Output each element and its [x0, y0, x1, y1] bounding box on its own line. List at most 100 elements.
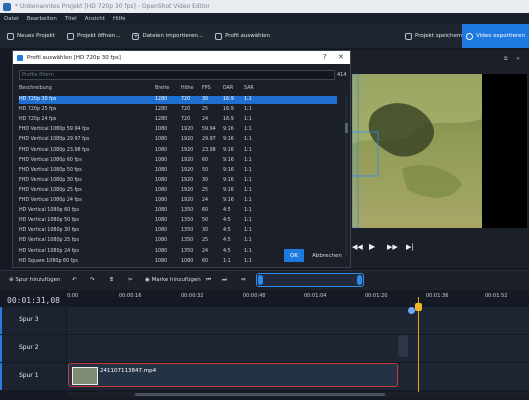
previous-marker-icon[interactable]: ⏮ [206, 277, 211, 284]
table-row[interactable]: FHD Vertical 1080p 30 fps 1080 1920 30 9:16 1… [19, 177, 337, 185]
table-row[interactable]: HD 720p 30 fps 1280 720 30 16:9 1:1 [19, 96, 337, 104]
table-cell: 1080 [155, 157, 168, 163]
open-project-button[interactable]: Projekt öffnen... [64, 29, 125, 43]
table-cell: FHD Vertical 1080p 29.97 fps [19, 137, 90, 143]
profile-scrollbar[interactable] [345, 95, 348, 255]
help-icon[interactable]: ? [323, 53, 327, 61]
center-playhead-icon[interactable]: ⇔ [241, 277, 246, 283]
zoom-handle-right[interactable] [357, 275, 362, 285]
table-row[interactable]: HD Vertical 1080p 50 fps 1080 1350 50 4:5 1:1 [19, 217, 337, 225]
table-cell: 9:16 [223, 167, 234, 173]
table-cell: 50 [202, 167, 209, 173]
zoom-handle-left[interactable] [258, 275, 263, 285]
table-cell: 24 [202, 198, 209, 203]
dialog-title: Profil auswählen [HD 720p 30 fps] [27, 54, 121, 61]
table-cell: 1920 [181, 198, 194, 203]
table-row[interactable]: HD 720p 25 fps 1280 720 25 16:9 1:1 [19, 106, 337, 114]
film-icon [215, 32, 223, 40]
table-cell: HD 720p 24 fps [19, 117, 57, 123]
table-cell: 16:9 [223, 117, 234, 123]
import-files-button[interactable]: + Dateien importieren... [129, 29, 208, 43]
track-header-1[interactable]: Spur 1 [0, 363, 66, 390]
profile-filter-input[interactable]: Profile filtern [19, 70, 335, 80]
table-row[interactable]: HD 720p 24 fps 1280 720 24 16:9 1:1 [19, 116, 337, 124]
table-row[interactable]: FHD Vertical 1080p 50 fps 1080 1920 50 9:16 1… [19, 167, 337, 175]
table-row[interactable]: HD Vertical 1080p 30 fps 1080 1350 30 4:5 1:1 [19, 227, 337, 235]
table-cell: 720 [181, 97, 191, 102]
snap-icon[interactable]: ⩩ [110, 277, 113, 284]
timeline-ruler[interactable]: 0:00 00:00:16 00:00:32 00:00:48 00:01:04… [67, 290, 529, 306]
menu-view[interactable]: Ansicht [85, 16, 105, 22]
panel-close-icon[interactable]: ✕ [516, 56, 520, 62]
table-cell: 9:16 [223, 177, 234, 183]
table-row[interactable]: FHD Vertical 1080p 24 fps 1080 1920 24 9:16 1… [19, 197, 337, 205]
menubar: Datei Bearbeiten Titel Ansicht Hilfe [0, 13, 529, 24]
table-row[interactable]: HD Vertical 1080p 60 fps 1080 1350 60 4:5 1:1 [19, 207, 337, 215]
panel-float-icon[interactable]: ⧉ [504, 56, 508, 62]
playhead-handle[interactable] [415, 303, 422, 311]
table-cell: 60 [202, 157, 209, 163]
fast-forward-icon[interactable]: ▶▶ [387, 243, 398, 251]
table-row[interactable]: FHD Vertical 1080p 23.98 fps 1080 1920 23.9… [19, 147, 337, 155]
track-header-2[interactable]: Spur 2 [0, 335, 66, 362]
video-clip[interactable]: 241107113847.mp4 [68, 363, 398, 387]
track-lane-3[interactable] [67, 307, 529, 334]
redo-icon[interactable]: ↷ [90, 277, 95, 283]
razor-icon[interactable]: ✂ [128, 277, 133, 283]
menu-edit[interactable]: Bearbeiten [27, 16, 57, 22]
table-cell: 4:5 [223, 238, 231, 244]
add-marker-button[interactable]: ◉ Marke hinzufügen [145, 277, 201, 283]
cancel-button[interactable]: Abbrechen [311, 249, 343, 262]
table-row[interactable]: FHD Vertical 1080p 25 fps 1080 1920 25 9:16 1… [19, 187, 337, 195]
add-track-button[interactable]: ⊕ Spur hinzufügen [9, 277, 61, 283]
transition-marker-icon[interactable] [408, 307, 415, 314]
playhead-line[interactable] [418, 297, 419, 393]
table-cell: 59.94 [202, 127, 216, 133]
table-cell: FHD Vertical 1080p 25 fps [19, 187, 82, 193]
track-header-3[interactable]: Spur 3 [0, 307, 66, 334]
scrollbar-thumb[interactable] [345, 123, 348, 133]
menu-help[interactable]: Hilfe [113, 16, 126, 22]
undo-icon[interactable]: ↶ [72, 277, 77, 283]
menu-file[interactable]: Datei [4, 16, 19, 22]
import-files-label: Dateien importieren... [142, 33, 204, 39]
close-icon[interactable]: ✕ [338, 53, 344, 61]
column-header: DAR [223, 86, 234, 91]
track-lane-2[interactable] [67, 335, 529, 362]
table-cell: 4:5 [223, 208, 231, 214]
jump-start-icon[interactable]: ◀◀ [352, 243, 363, 251]
save-project-button[interactable]: Projekt speichern [402, 29, 468, 43]
jump-end-icon[interactable]: ▶| [406, 243, 414, 251]
export-video-label: Video exportieren [476, 33, 525, 39]
scrollbar-thumb[interactable] [135, 393, 385, 396]
ok-button[interactable]: OK [284, 249, 304, 262]
table-row[interactable]: FHD Vertical 1080p 60 fps 1080 1920 60 9:16 1… [19, 157, 337, 165]
table-cell: 720 [181, 107, 191, 113]
table-cell: 1920 [181, 167, 194, 173]
ruler-label: 00:00:32 [181, 293, 204, 299]
table-row[interactable]: FHD Vertical 1080p 29.97 fps 1080 1920 29.9… [19, 136, 337, 144]
table-cell: 1350 [181, 218, 194, 224]
choose-profile-button[interactable]: Profil auswählen [212, 29, 275, 43]
export-video-button[interactable]: Video exportieren [462, 24, 529, 48]
menu-title[interactable]: Titel [65, 16, 77, 22]
table-cell: 1:1 [244, 198, 252, 203]
next-marker-icon[interactable]: ⏭ [222, 277, 227, 284]
ruler-label: 00:01:04 [304, 293, 327, 299]
small-clip[interactable] [398, 335, 408, 357]
table-cell: 24 [202, 248, 209, 254]
save-icon [405, 32, 412, 40]
play-icon[interactable]: ▶ [369, 242, 375, 251]
table-row[interactable]: FHD Vertical 1080p 59.94 fps 1080 1920 59.9… [19, 126, 337, 134]
table-cell: 25 [202, 187, 209, 193]
timeline-zoom-slider[interactable] [256, 273, 364, 287]
table-row[interactable]: HD Vertical 1080p 25 fps 1080 1350 25 4:5 1:1 [19, 237, 337, 245]
table-cell: 1:1 [244, 238, 252, 244]
new-project-button[interactable]: Neues Projekt [4, 29, 60, 43]
table-cell: 1080 [155, 187, 168, 193]
choose-profile-label: Profil auswählen [225, 33, 271, 39]
ruler-label: 00:01:52 [485, 293, 508, 299]
track-name: Spur 1 [19, 372, 39, 379]
timeline-scrollbar[interactable] [67, 392, 529, 397]
table-cell: 1:1 [244, 258, 252, 264]
